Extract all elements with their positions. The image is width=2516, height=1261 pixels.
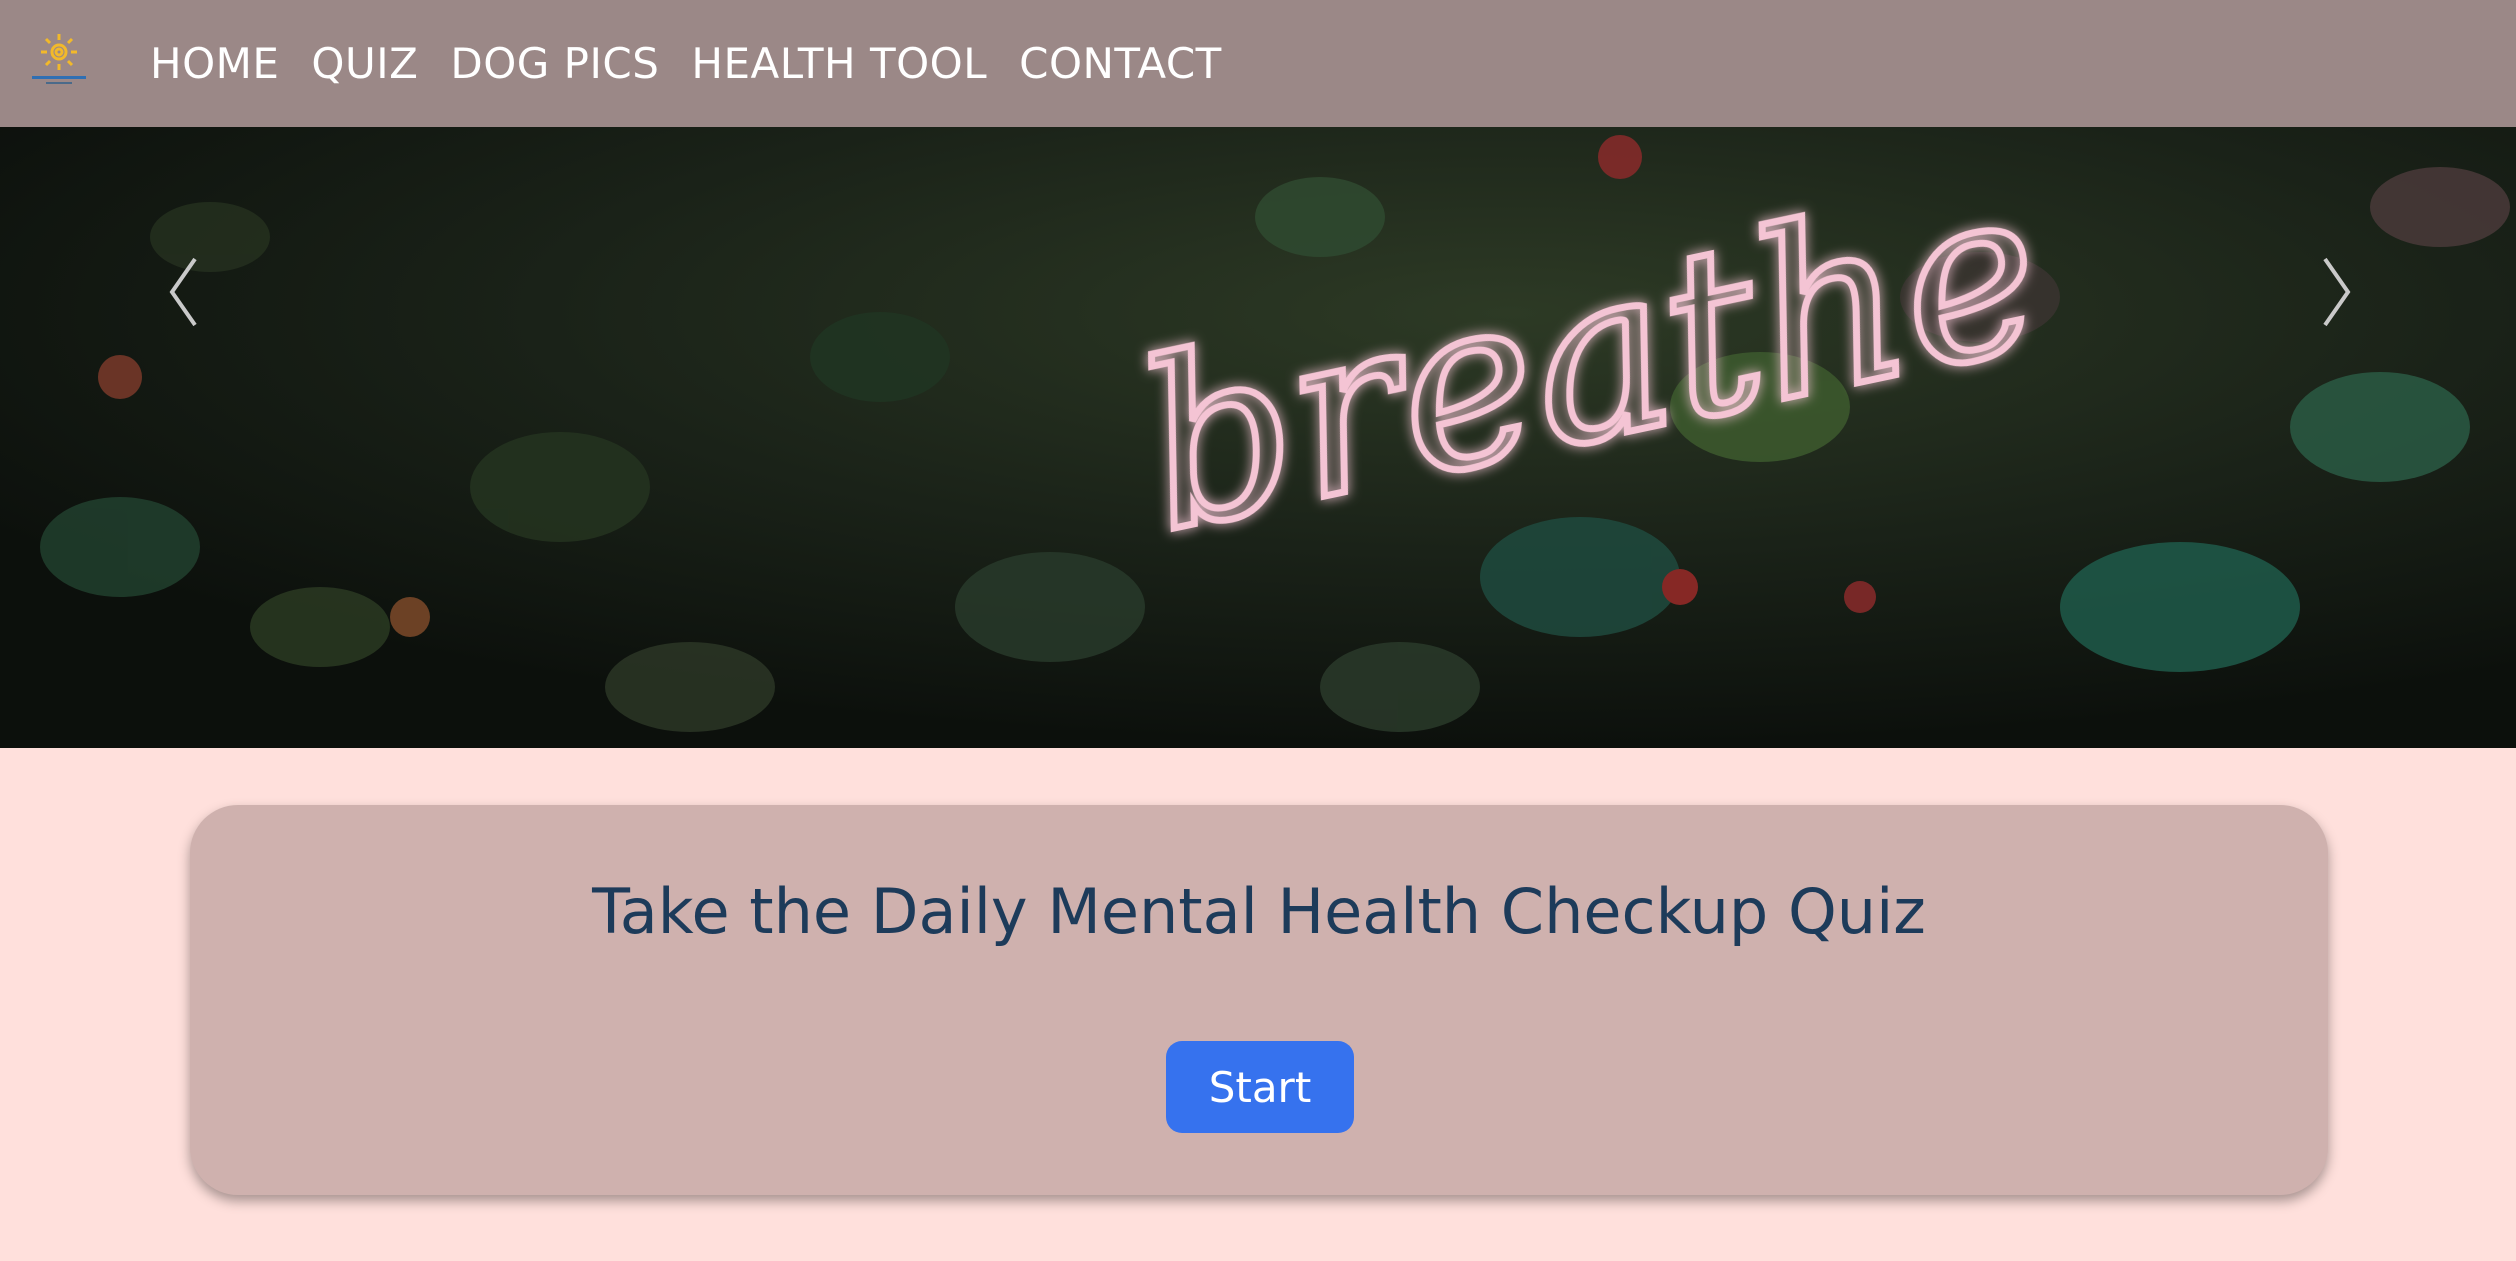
nav-link-home[interactable]: HOME — [150, 39, 279, 88]
main-nav: HOME QUIZ DOG PICS HEALTH TOOL CONTACT — [150, 0, 1222, 127]
nav-link-health-tool[interactable]: HEALTH TOOL — [691, 39, 987, 88]
chevron-left-icon[interactable] — [150, 237, 220, 347]
nav-link-dog-pics[interactable]: DOG PICS — [450, 39, 659, 88]
navbar: HOME QUIZ DOG PICS HEALTH TOOL CONTACT — [0, 0, 2516, 127]
hero-image: breathe — [0, 127, 2516, 748]
chevron-right-icon[interactable] — [2300, 237, 2370, 347]
quiz-card: Take the Daily Mental Health Checkup Qui… — [190, 805, 2328, 1195]
start-button[interactable]: Start — [1166, 1041, 1354, 1133]
nav-link-contact[interactable]: CONTACT — [1019, 39, 1222, 88]
hero-carousel: breathe — [0, 127, 2516, 748]
nav-link-quiz[interactable]: QUIZ — [311, 39, 418, 88]
quiz-title: Take the Daily Mental Health Checkup Qui… — [592, 875, 1926, 948]
sun-logo-icon[interactable] — [26, 26, 92, 92]
